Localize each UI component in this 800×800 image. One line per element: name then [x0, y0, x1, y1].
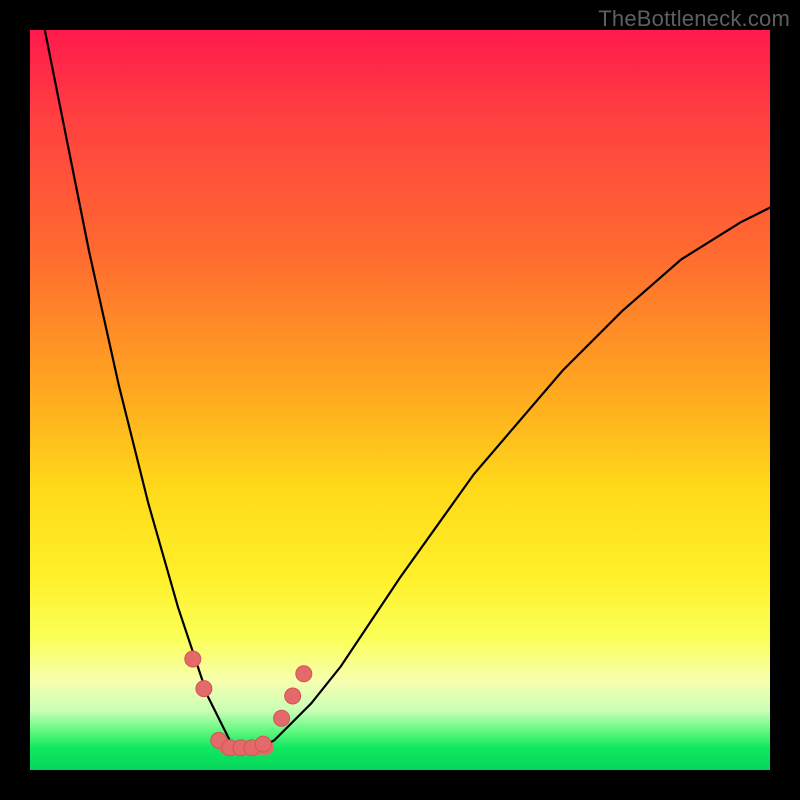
watermark-text: TheBottleneck.com [598, 6, 790, 32]
bottleneck-curve [45, 30, 770, 748]
chart-frame: TheBottleneck.com [0, 0, 800, 800]
plot-area [30, 30, 770, 770]
data-marker [196, 681, 212, 697]
data-marker [296, 666, 312, 682]
markers-group [185, 651, 312, 756]
curves-svg [30, 30, 770, 770]
data-marker [285, 688, 301, 704]
data-marker [185, 651, 201, 667]
data-marker [255, 736, 271, 752]
data-marker [274, 710, 290, 726]
